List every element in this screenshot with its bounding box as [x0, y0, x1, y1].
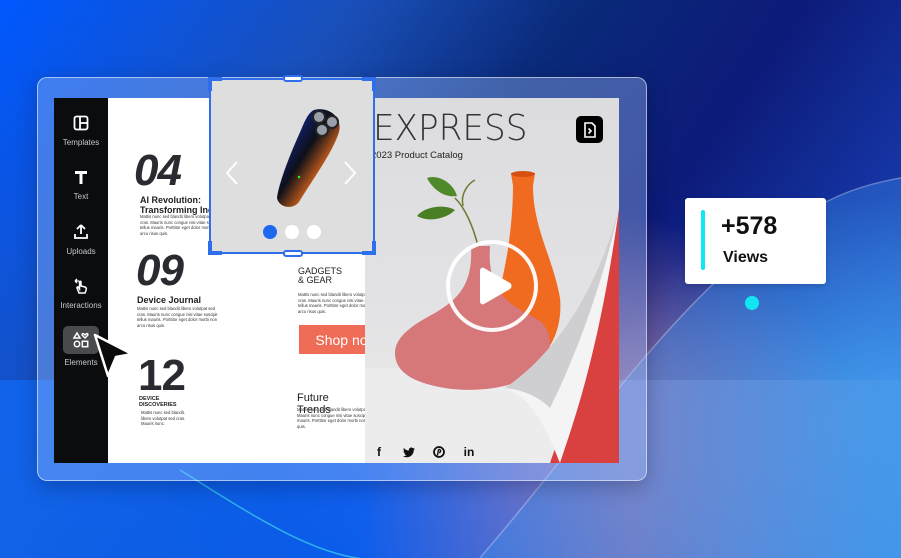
resize-handle-bottom-right[interactable]: [362, 241, 376, 255]
play-video-button[interactable]: [446, 240, 538, 332]
linkedin-icon[interactable]: in: [463, 445, 475, 459]
section-number: 12: [138, 351, 186, 400]
gadgets-title-line: & GEAR: [298, 275, 333, 285]
resize-handle-top-left[interactable]: [208, 77, 222, 91]
catalog-subtitle: 2023 Product Catalog: [371, 150, 463, 161]
carousel-dot[interactable]: [285, 225, 299, 239]
section-number: 04: [134, 146, 182, 195]
sidebar-item-interactions[interactable]: Interactions: [54, 277, 108, 310]
section-body: Mattis nunc sed blandit. libero volutpat…: [141, 410, 186, 427]
elements-icon: [72, 331, 89, 348]
resize-handle-top-right[interactable]: [362, 77, 376, 91]
play-icon: [480, 267, 512, 305]
section-body: Mattis nunc sed blandit libero volutpat …: [137, 306, 218, 328]
templates-icon: [73, 115, 89, 131]
views-stat-card: +578 Views: [685, 198, 826, 284]
document-button[interactable]: [576, 116, 603, 143]
views-label: Views: [723, 249, 769, 266]
facebook-icon[interactable]: f: [373, 445, 385, 459]
text-icon: [75, 171, 87, 184]
chevron-right-icon[interactable]: [343, 158, 357, 192]
views-count: +578: [721, 212, 778, 240]
resize-handle-bottom[interactable]: [283, 250, 303, 257]
shaver-product-image: [277, 109, 340, 207]
interactions-icon: [74, 278, 88, 294]
catalog-title: EXPRESS: [373, 108, 528, 149]
sidebar-item-label: Uploads: [66, 247, 96, 256]
pinterest-icon[interactable]: [433, 446, 445, 458]
catalog-right-page: EXPRESS 2023 Product Catalog f in: [365, 98, 619, 463]
twitter-icon[interactable]: [403, 447, 415, 458]
resize-handle-top[interactable]: [283, 75, 303, 82]
product-carousel-selection[interactable]: [208, 75, 376, 257]
carousel-dot[interactable]: [307, 225, 321, 239]
sidebar-item-label: Text: [73, 192, 89, 201]
resize-handle-bottom-left[interactable]: [208, 241, 222, 255]
sidebar-item-label: Templates: [62, 138, 100, 147]
gadgets-title: GADGETS & GEAR: [298, 267, 342, 285]
section-title-line: DISCOVERIES: [139, 402, 177, 408]
tool-sidebar: Templates Text Uploads Interactions Elem…: [54, 98, 108, 463]
accent-bar: [701, 210, 705, 270]
mouse-cursor-icon: [93, 333, 134, 378]
document-icon: [583, 121, 596, 138]
upload-icon: [74, 224, 88, 239]
sidebar-item-templates[interactable]: Templates: [54, 114, 108, 147]
chevron-left-icon[interactable]: [225, 158, 239, 192]
sidebar-item-text[interactable]: Text: [54, 168, 108, 201]
section-number: 09: [136, 246, 184, 295]
social-links: f in: [373, 445, 475, 459]
chart-point-marker: [745, 296, 759, 310]
carousel-dot-active[interactable]: [263, 225, 277, 239]
carousel-pagination: [263, 225, 321, 239]
section-title: DEVICE DISCOVERIES: [139, 396, 177, 408]
section-title: Device Journal: [137, 295, 202, 305]
sidebar-item-label: Interactions: [60, 301, 102, 310]
sidebar-item-uploads[interactable]: Uploads: [54, 223, 108, 256]
